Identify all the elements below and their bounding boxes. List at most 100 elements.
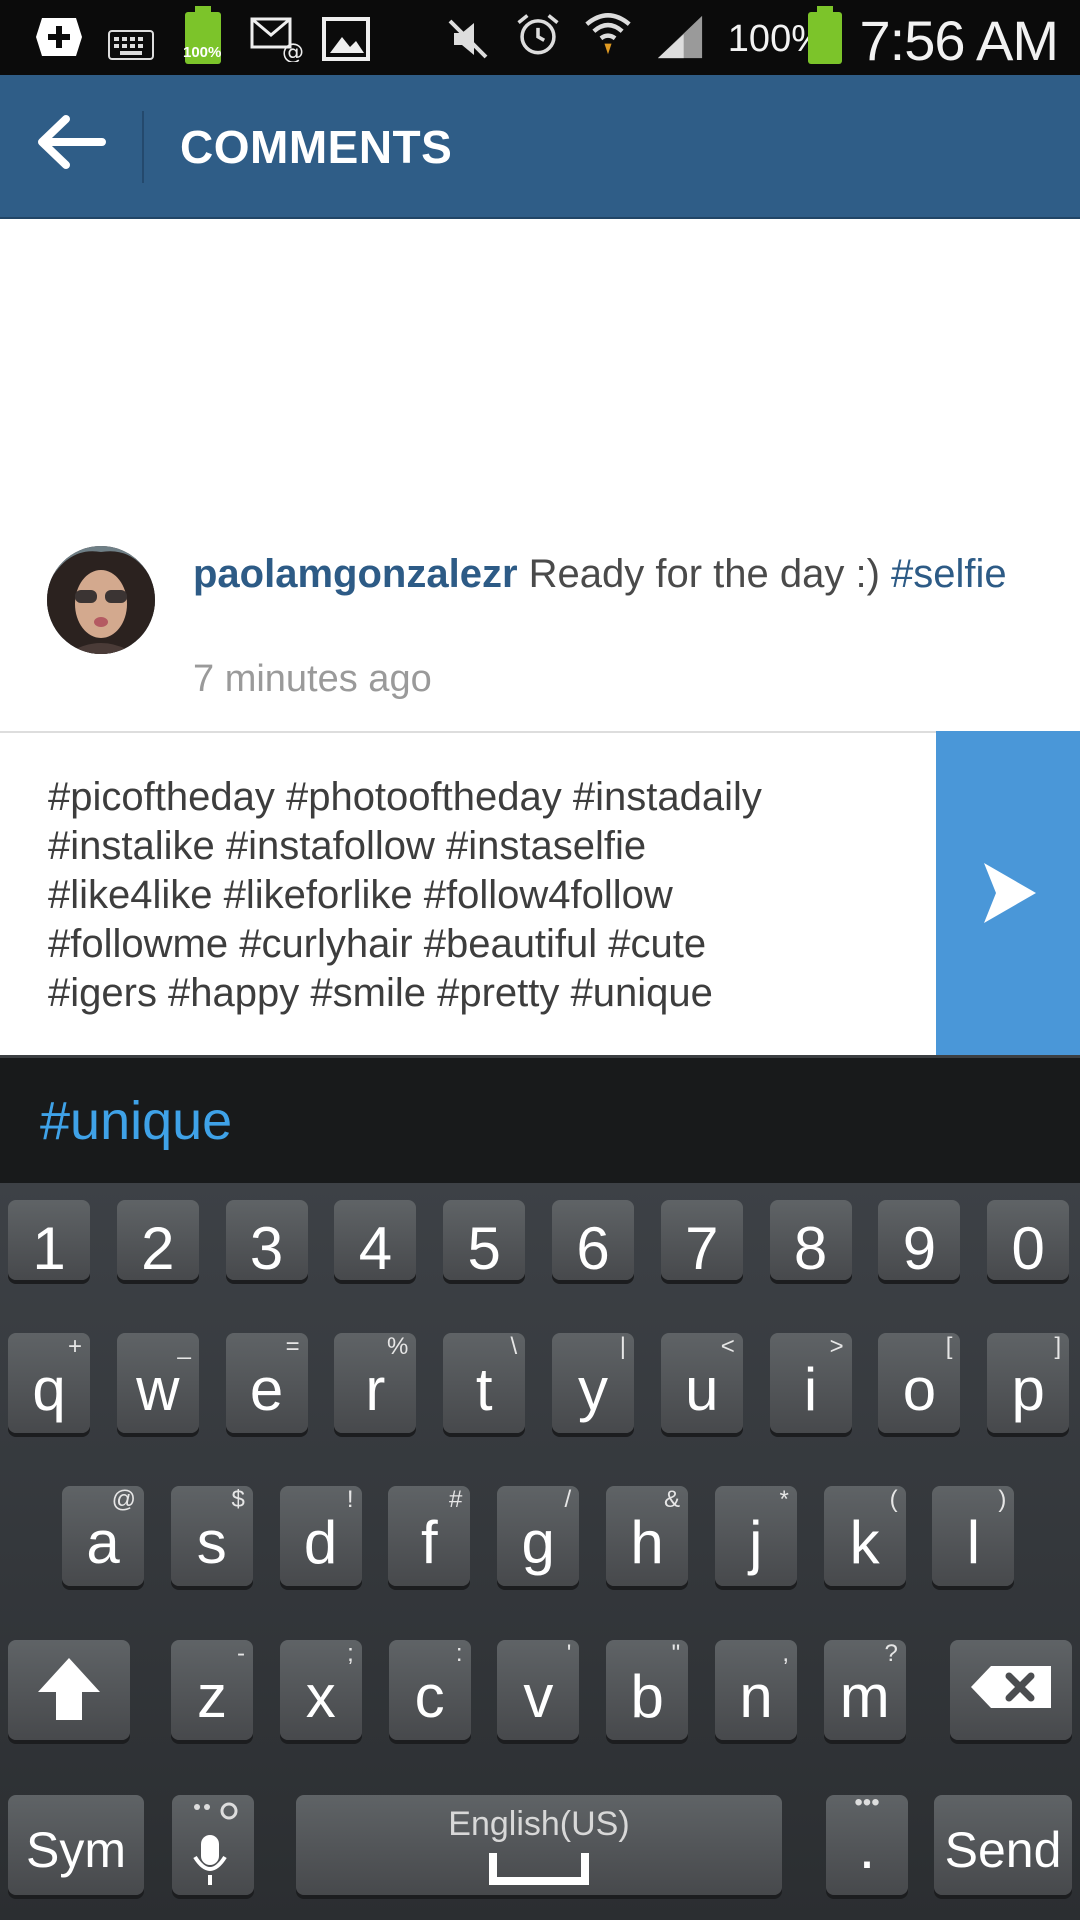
header-divider bbox=[142, 111, 144, 183]
clock: 7:56 AM bbox=[859, 9, 1059, 72]
key-label: 9 bbox=[902, 1215, 937, 1282]
hashtag-link[interactable]: #selfie bbox=[891, 552, 1007, 596]
key-a[interactable]: @ a bbox=[62, 1486, 144, 1586]
key-label: l bbox=[966, 1509, 981, 1576]
app-header: COMMENTS bbox=[0, 75, 1080, 219]
key-e[interactable]: = e bbox=[225, 1333, 308, 1433]
send-comment-button[interactable] bbox=[936, 731, 1080, 1055]
voice-input-key[interactable] bbox=[172, 1795, 254, 1895]
key-w[interactable]: _ w bbox=[116, 1333, 199, 1433]
key-m[interactable]: ? m bbox=[823, 1640, 906, 1740]
key-label: u bbox=[685, 1356, 719, 1423]
alarm-icon bbox=[517, 14, 559, 55]
post-caption: paolamgonzalezr Ready for the day :) #se… bbox=[0, 530, 1080, 730]
key-label: 6 bbox=[576, 1215, 610, 1282]
key-9[interactable]: 9 bbox=[878, 1200, 961, 1282]
caption-body: Ready for the day :) bbox=[517, 552, 892, 596]
key-label: q bbox=[32, 1356, 66, 1423]
key-z[interactable]: -z bbox=[171, 1640, 253, 1740]
space-bar-icon bbox=[489, 1853, 589, 1885]
key-label: f bbox=[421, 1509, 438, 1576]
key-i[interactable]: > i bbox=[769, 1333, 852, 1433]
key-label: v bbox=[523, 1663, 554, 1730]
key-o[interactable]: [o bbox=[878, 1333, 961, 1433]
key-8[interactable]: 8 bbox=[769, 1200, 852, 1282]
key-label: o bbox=[902, 1356, 937, 1423]
key-label: n bbox=[739, 1663, 773, 1730]
key-r[interactable]: % r bbox=[334, 1333, 417, 1433]
key-label: y bbox=[578, 1356, 608, 1423]
key-label: i bbox=[803, 1356, 818, 1423]
space-key[interactable]: English(US) bbox=[296, 1795, 782, 1895]
shift-icon bbox=[38, 1658, 100, 1720]
backspace-key[interactable] bbox=[950, 1640, 1072, 1740]
period-key[interactable]: ••• . bbox=[826, 1789, 908, 1895]
key-2[interactable]: 2 bbox=[116, 1200, 199, 1282]
period-key-label: . bbox=[858, 1814, 876, 1881]
key-j[interactable]: * j bbox=[714, 1486, 797, 1586]
signal-icon bbox=[657, 15, 703, 59]
key-x[interactable]: ; x bbox=[279, 1640, 362, 1740]
key-1[interactable]: 1 bbox=[8, 1200, 90, 1282]
key-k[interactable]: (k bbox=[823, 1486, 906, 1586]
key-label: m bbox=[839, 1663, 890, 1730]
key-l[interactable]: ) l bbox=[932, 1486, 1015, 1586]
space-key-label: English(US) bbox=[448, 1805, 630, 1843]
key-y[interactable]: | y bbox=[552, 1333, 634, 1433]
back-arrow-icon bbox=[38, 115, 106, 169]
key-h[interactable]: & h bbox=[606, 1486, 688, 1586]
key-label: c bbox=[414, 1663, 445, 1730]
avatar[interactable] bbox=[47, 546, 155, 654]
key-s[interactable]: $ s bbox=[170, 1486, 253, 1586]
key-4[interactable]: 4 bbox=[334, 1200, 417, 1282]
key-label: z bbox=[197, 1663, 227, 1730]
key-u[interactable]: < u bbox=[660, 1333, 743, 1433]
username-link[interactable]: paolamgonzalezr bbox=[193, 552, 518, 596]
sym-key-label: Sym bbox=[26, 1822, 126, 1878]
key-q[interactable]: + q bbox=[8, 1333, 90, 1433]
key-n[interactable]: ,n bbox=[715, 1640, 797, 1740]
shift-key[interactable] bbox=[8, 1640, 130, 1740]
key-label: s bbox=[196, 1509, 227, 1576]
comment-input[interactable]: #picoftheday #photooftheday #instadaily … bbox=[0, 733, 936, 1055]
avatar-photo bbox=[47, 546, 155, 654]
key-b[interactable]: " b bbox=[606, 1640, 689, 1740]
key-label: d bbox=[303, 1509, 338, 1576]
key-label: a bbox=[86, 1509, 120, 1576]
suggestion-bar: #unique bbox=[0, 1055, 1080, 1183]
svg-text:@: @ bbox=[282, 40, 304, 62]
key-v[interactable]: ' v bbox=[497, 1640, 580, 1740]
sym-key[interactable]: Sym bbox=[8, 1795, 144, 1895]
key-3[interactable]: 3 bbox=[225, 1200, 308, 1282]
comment-text[interactable]: #picoftheday #photooftheday #instadaily … bbox=[48, 773, 918, 1018]
key-5[interactable]: 5 bbox=[443, 1200, 526, 1282]
back-button[interactable] bbox=[30, 107, 120, 187]
backspace-icon bbox=[971, 1666, 1051, 1708]
keyboard-icon bbox=[108, 30, 154, 60]
image-icon bbox=[322, 17, 370, 61]
key-label: r bbox=[365, 1356, 386, 1423]
battery-label: 100% bbox=[183, 44, 222, 61]
send-key[interactable]: Send bbox=[934, 1795, 1072, 1895]
microphone-icon bbox=[193, 1802, 238, 1885]
key-label: e bbox=[249, 1356, 284, 1423]
key-g[interactable]: / g bbox=[497, 1486, 580, 1586]
key-c[interactable]: :c bbox=[388, 1640, 471, 1740]
key-6[interactable]: 6 bbox=[552, 1200, 634, 1282]
key-label: w bbox=[136, 1356, 180, 1423]
key-0[interactable]: 0 bbox=[987, 1200, 1070, 1282]
key-label: 2 bbox=[141, 1215, 175, 1282]
caption-text: paolamgonzalezr Ready for the day :) #se… bbox=[193, 550, 1043, 599]
key-p[interactable]: ] p bbox=[987, 1333, 1070, 1433]
mute-icon bbox=[448, 19, 488, 59]
key-d[interactable]: ! d bbox=[279, 1486, 362, 1586]
key-label: t bbox=[475, 1356, 493, 1423]
email-icon: @ bbox=[250, 17, 304, 62]
key-label: j bbox=[749, 1509, 763, 1576]
suggestion-item[interactable]: #unique bbox=[40, 1090, 232, 1152]
key-f[interactable]: # f bbox=[388, 1486, 471, 1586]
key-label: p bbox=[1011, 1356, 1045, 1423]
key-7[interactable]: 7 bbox=[660, 1200, 743, 1282]
key-t[interactable]: \ t bbox=[443, 1333, 526, 1433]
key-label: 1 bbox=[32, 1215, 66, 1282]
